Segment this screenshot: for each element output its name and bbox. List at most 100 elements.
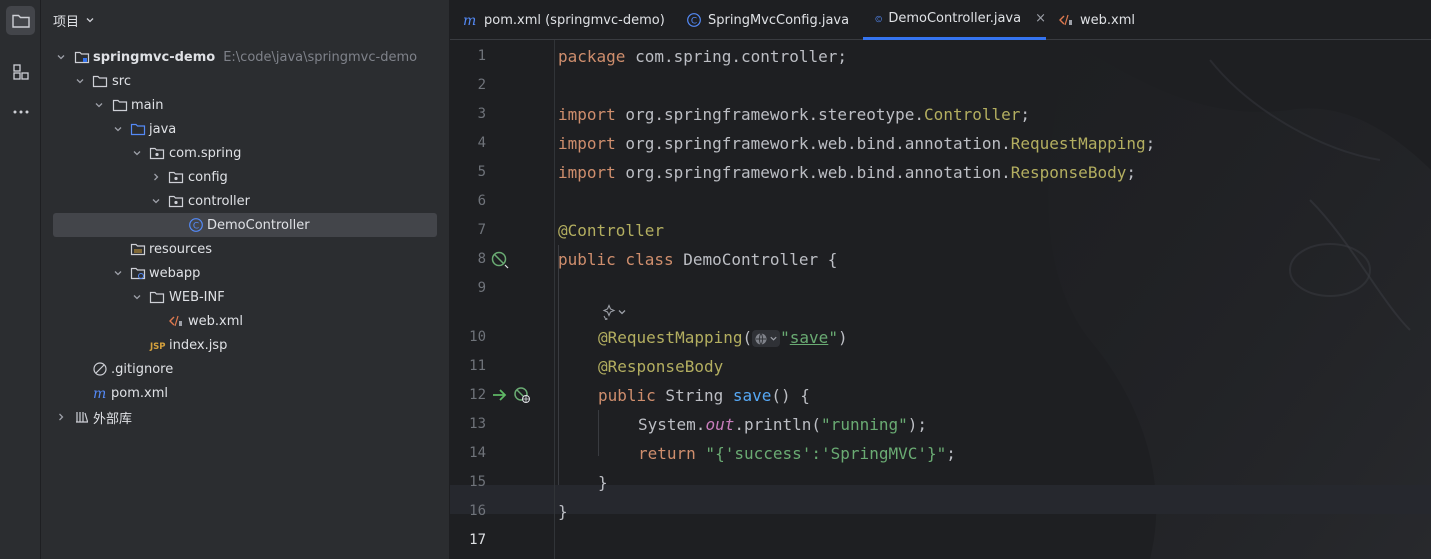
code-text: @RequestMapping("save") xyxy=(598,328,848,347)
line-number: 10 xyxy=(469,329,486,345)
resources-folder-icon xyxy=(130,241,146,257)
line-number: 7 xyxy=(477,222,486,238)
tab-web-xml[interactable]: web.xml xyxy=(1058,0,1135,40)
tree-item-resources[interactable]: resources xyxy=(41,237,449,261)
tree-item-index-jsp[interactable]: JSP index.jsp xyxy=(41,333,449,357)
tree-label: com.spring xyxy=(169,145,242,161)
line-number: 6 xyxy=(477,193,486,209)
tree-label: resources xyxy=(149,241,213,257)
project-tree: springmvc-demo E:\code\java\springmvc-dem… xyxy=(41,45,449,429)
tree-item-src[interactable]: src xyxy=(41,69,449,93)
tree-item-java[interactable]: java xyxy=(41,117,449,141)
code-text: public class DemoController { xyxy=(558,250,838,269)
web-folder-icon xyxy=(130,265,146,281)
chevron-down-icon xyxy=(618,310,626,315)
tree-label: config xyxy=(188,169,228,185)
chevron-right-icon[interactable] xyxy=(149,170,163,184)
maven-icon: m xyxy=(92,385,108,401)
line-number: 1 xyxy=(477,48,486,64)
tree-item-external-libraries[interactable]: 外部库 xyxy=(41,405,449,429)
url-inlay-hint[interactable] xyxy=(752,330,781,347)
ai-hint-widget[interactable] xyxy=(597,302,631,322)
editor-tabs: m pom.xml (springmvc-demo) C SpringMvcCo… xyxy=(450,0,1431,40)
tree-item-web-xml[interactable]: web.xml xyxy=(41,309,449,333)
line-number: 4 xyxy=(477,135,486,151)
chevron-down-icon[interactable] xyxy=(92,98,106,112)
code-text: } xyxy=(558,502,568,521)
tree-item-web-inf[interactable]: WEB-INF xyxy=(41,285,449,309)
code-text: } xyxy=(598,473,608,492)
tree-item-config[interactable]: config xyxy=(41,165,449,189)
code-text: @ResponseBody xyxy=(598,357,724,376)
tree-label: 外部库 xyxy=(93,411,133,427)
folder-icon xyxy=(149,289,165,305)
tree-label: springmvc-demo xyxy=(93,49,216,65)
tab-pom-xml[interactable]: m pom.xml (springmvc-demo) xyxy=(462,0,665,40)
ignore-file-icon xyxy=(92,361,108,377)
svg-text:m: m xyxy=(463,13,476,28)
svg-text:C: C xyxy=(691,16,697,26)
tree-item-com-spring[interactable]: com.spring xyxy=(41,141,449,165)
tree-label: src xyxy=(112,73,131,89)
tab-label: pom.xml (springmvc-demo) xyxy=(484,12,665,28)
tree-item-springmvc-demo[interactable]: springmvc-demo E:\code\java\springmvc-dem… xyxy=(41,45,449,69)
arrow-right-icon xyxy=(493,389,507,401)
chevron-down-icon[interactable] xyxy=(130,290,144,304)
tree-item-webapp[interactable]: webapp xyxy=(41,261,449,285)
chevron-down-icon[interactable] xyxy=(111,266,125,280)
source-folder-icon xyxy=(130,121,146,137)
java-class-icon: C xyxy=(188,217,204,233)
tree-path: E:\code\java\springmvc-demo xyxy=(223,49,418,65)
chevron-down-icon[interactable] xyxy=(149,194,163,208)
java-class-icon: C xyxy=(875,15,882,22)
code-text: import org.springframework.web.bind.anno… xyxy=(558,163,1136,182)
indent-guide xyxy=(598,410,599,456)
chevron-down-icon[interactable] xyxy=(54,50,68,64)
line-number: 17 xyxy=(469,532,486,548)
line-number: 14 xyxy=(469,445,486,461)
project-panel-header[interactable]: 项目 xyxy=(53,11,95,30)
indent-guide xyxy=(558,245,559,485)
maven-icon: m xyxy=(463,13,476,28)
code-text: import org.springframework.web.bind.anno… xyxy=(558,134,1156,153)
run-request-gutter-icon[interactable] xyxy=(490,385,510,405)
web-endpoint-icon xyxy=(514,387,530,403)
svg-text:C: C xyxy=(877,16,880,21)
structure-icon xyxy=(12,63,29,80)
svg-text:JSP: JSP xyxy=(149,342,166,352)
spring-bean-icon xyxy=(491,251,509,269)
line-number: 8 xyxy=(477,251,486,267)
folder-icon xyxy=(92,73,108,89)
line-number: 16 xyxy=(469,503,486,519)
web-endpoint-gutter-icon[interactable] xyxy=(512,385,532,405)
spring-bean-gutter-icon[interactable] xyxy=(490,250,510,270)
tab-democontroller[interactable]: C DemoController.java × xyxy=(863,0,1046,40)
more-tools-button[interactable] xyxy=(6,97,35,126)
tree-item-democontroller[interactable]: C DemoController xyxy=(53,213,437,237)
tree-item-main[interactable]: main xyxy=(41,93,449,117)
chevron-down-icon[interactable] xyxy=(73,74,87,88)
line-number: 5 xyxy=(477,164,486,180)
line-number: 3 xyxy=(477,106,486,122)
gutter-divider xyxy=(554,40,555,559)
close-icon[interactable]: × xyxy=(1035,11,1046,26)
structure-tool-button[interactable] xyxy=(6,57,35,86)
tree-item-controller[interactable]: controller xyxy=(41,189,449,213)
globe-icon xyxy=(755,332,767,345)
tree-item-pom-xml[interactable]: m pom.xml xyxy=(41,381,449,405)
chevron-down-icon[interactable] xyxy=(111,122,125,136)
tab-springmvcconfig[interactable]: C SpringMvcConfig.java xyxy=(686,0,849,40)
package-icon xyxy=(149,145,165,161)
chevron-down-icon xyxy=(770,336,777,341)
tree-label: web.xml xyxy=(188,313,243,329)
library-icon xyxy=(74,409,90,425)
chevron-right-icon[interactable] xyxy=(54,410,68,424)
tree-label: index.jsp xyxy=(169,337,228,353)
tree-item-gitignore[interactable]: .gitignore xyxy=(41,357,449,381)
project-tool-button[interactable] xyxy=(6,6,35,35)
code-text: import org.springframework.stereotype.Co… xyxy=(558,105,1031,124)
more-icon xyxy=(13,110,28,113)
module-folder-icon xyxy=(74,49,90,65)
tree-label: .gitignore xyxy=(111,361,174,377)
chevron-down-icon[interactable] xyxy=(130,146,144,160)
